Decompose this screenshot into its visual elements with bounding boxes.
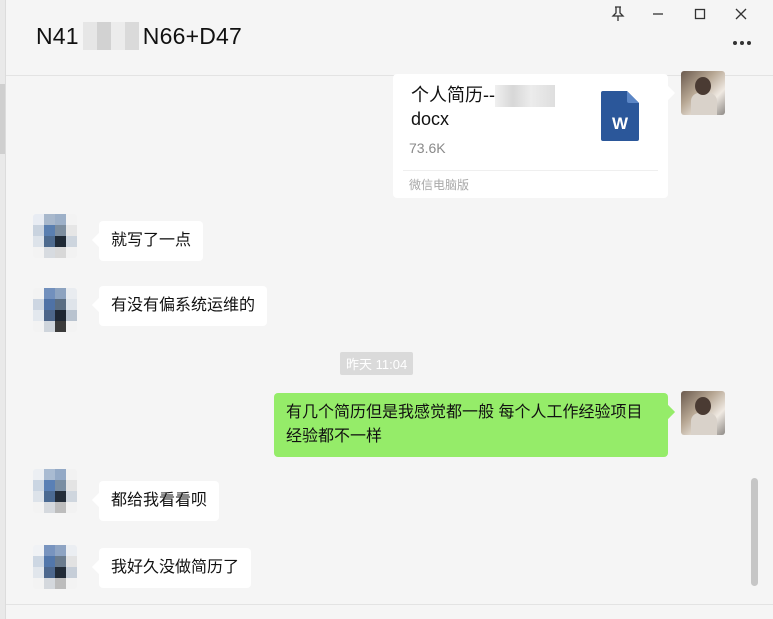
file-name-text: 个人简历-- — [411, 85, 495, 105]
chat-timestamp: 昨天 11:04 — [340, 352, 414, 375]
maximize-button[interactable] — [689, 4, 711, 24]
close-button[interactable] — [730, 4, 752, 24]
close-icon — [735, 8, 747, 20]
file-card-divider — [403, 170, 658, 171]
chat-title: N41 N66+D47 — [36, 22, 242, 50]
message-bubble[interactable]: 就写了一点 — [99, 221, 204, 261]
chat-title-prefix: N41 — [36, 22, 79, 49]
my-avatar[interactable] — [681, 391, 725, 435]
more-icon — [733, 41, 737, 45]
minimize-button[interactable] — [647, 4, 669, 24]
file-message-card[interactable]: 个人简历-- docx 73.6K W 微信电脑版 — [393, 74, 668, 198]
message-bubble-self[interactable]: 有几个简历但是我感觉都一般 每个人工作经验项目经验都不一样 — [274, 393, 668, 457]
my-avatar[interactable] — [681, 71, 725, 115]
file-source-label: 微信电脑版 — [409, 178, 470, 192]
message-bubble[interactable]: 有没有偏系统运维的 — [99, 286, 268, 326]
contact-avatar[interactable] — [33, 288, 77, 332]
chat-title-suffix: N66+D47 — [142, 22, 243, 49]
file-extension: docx — [411, 109, 450, 130]
left-panel-edge — [0, 0, 6, 619]
chat-scrollbar[interactable] — [751, 478, 758, 586]
file-size: 73.6K — [409, 140, 446, 156]
file-name: 个人简历-- docx — [411, 83, 591, 131]
contact-avatar[interactable] — [33, 545, 77, 589]
redacted-name-mosaic — [82, 22, 139, 50]
input-area-divider — [6, 604, 773, 605]
pin-icon — [611, 6, 625, 21]
message-bubble[interactable]: 我好久没做简历了 — [99, 548, 252, 588]
message-bubble[interactable]: 都给我看看呗 — [99, 481, 220, 521]
pin-button[interactable] — [607, 4, 629, 24]
maximize-icon — [694, 8, 706, 20]
more-options-button[interactable] — [730, 34, 754, 52]
svg-text:W: W — [612, 114, 629, 133]
word-file-icon: W — [601, 91, 639, 141]
left-panel-scroll-mark — [0, 84, 5, 154]
minimize-icon — [653, 13, 663, 15]
redacted-filename-mosaic — [495, 85, 555, 108]
contact-avatar[interactable] — [33, 469, 77, 513]
contact-avatar[interactable] — [33, 214, 77, 258]
